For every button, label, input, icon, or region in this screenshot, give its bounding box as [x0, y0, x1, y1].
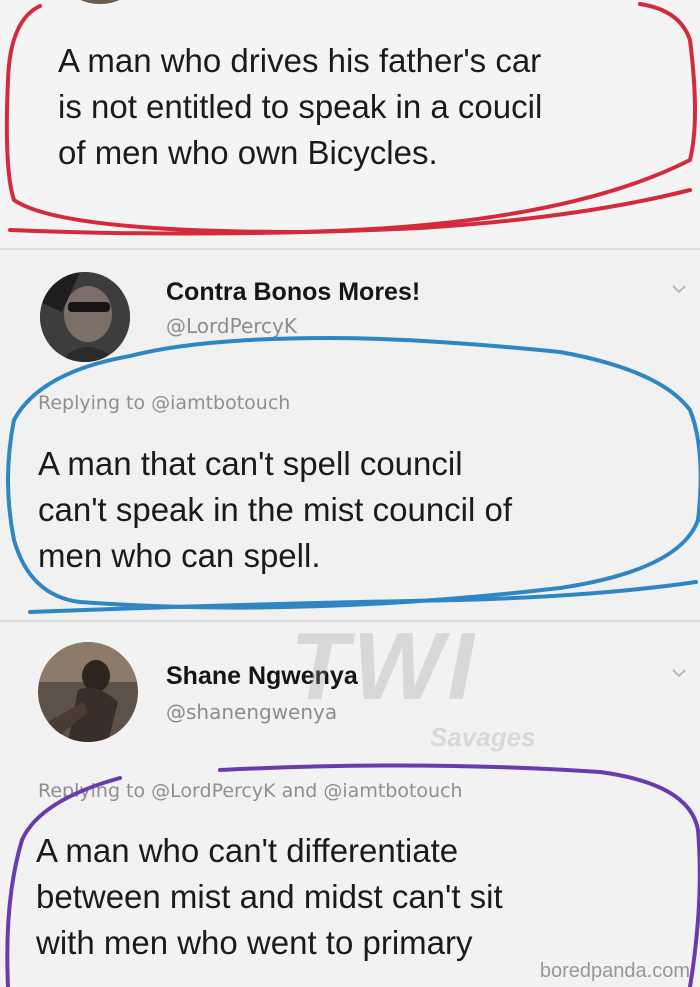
replying-to[interactable]: Replying to @LordPercyK and @iamtbotouch [38, 780, 463, 802]
credit-watermark: boredpanda.com [539, 960, 690, 982]
avatar[interactable] [70, 0, 130, 4]
tweet-text-line: men who can spell. [38, 537, 321, 574]
watermark-subtitle: Savages [430, 722, 536, 752]
tweet-text: A man who can't differentiate between mi… [36, 828, 503, 966]
avatar[interactable] [38, 642, 138, 742]
chevron-down-icon[interactable] [672, 668, 686, 678]
tweet-text-line: A man who can't differentiate [36, 832, 459, 869]
tweet-reply[interactable]: Contra Bonos Mores! @LordPercyK Replying… [0, 250, 700, 620]
tweet-text-line: between mist and midst can't sit [36, 878, 503, 915]
tweet-text-line: is not entitled to speak in a coucil [58, 88, 543, 125]
tweet-text-line: of men who own Bicycles. [58, 134, 438, 171]
tweet-text-line: A man that can't spell council [38, 445, 463, 482]
tweet-text-line: A man who drives his father's car [58, 42, 542, 79]
tweet-text: A man that can't spell council can't spe… [38, 441, 512, 579]
user-handle[interactable]: @LordPercyK [166, 314, 297, 338]
display-name[interactable]: Contra Bonos Mores! [166, 278, 420, 307]
chevron-down-icon[interactable] [672, 284, 686, 294]
avatar[interactable] [40, 272, 130, 362]
tweet-text-line: can't speak in the mist council of [38, 491, 513, 528]
tweet-original[interactable]: A man who drives his father's car is not… [0, 0, 700, 248]
tweet-text-line: with men who went to primary [36, 924, 473, 961]
replying-to[interactable]: Replying to @iamtbotouch [38, 392, 290, 414]
tweet-text: A man who drives his father's car is not… [58, 38, 542, 176]
watermark-logo: TWI [290, 613, 478, 720]
